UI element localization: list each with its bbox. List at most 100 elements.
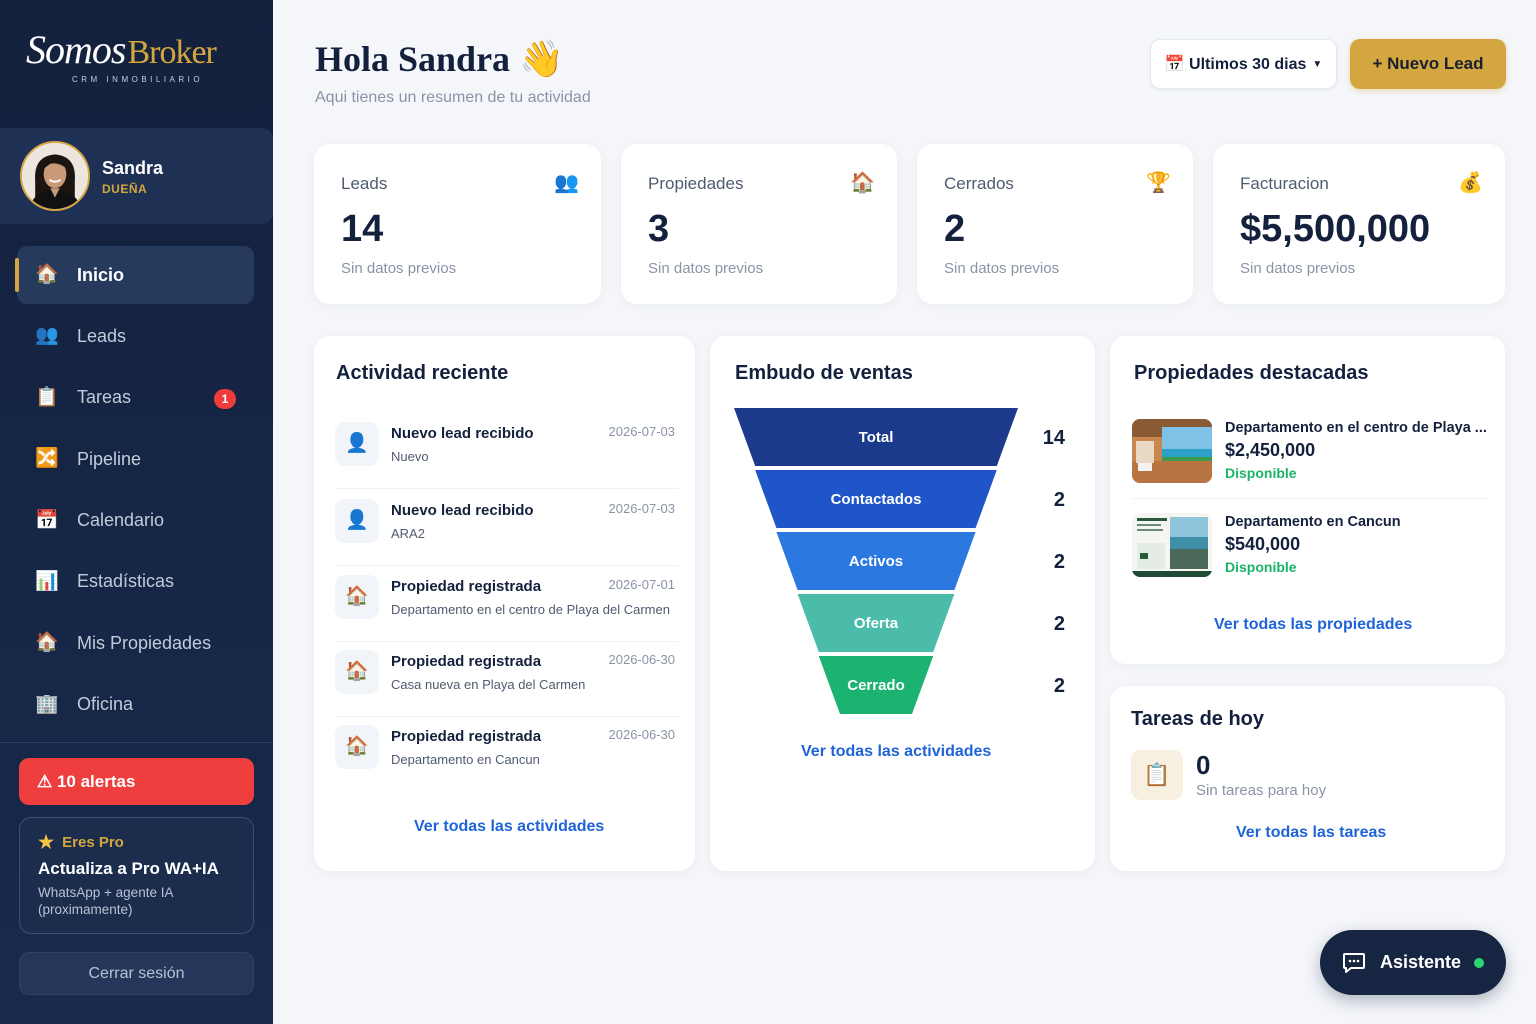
funnel-value: 2 — [1054, 675, 1065, 697]
card-title: Actividad reciente — [336, 362, 509, 384]
sidebar-divider — [0, 742, 273, 743]
nav-label: Mis Propiedades — [77, 632, 212, 653]
online-status-dot — [1474, 957, 1485, 968]
nav-label: Calendario — [77, 510, 165, 531]
view-all-tasks-link[interactable]: Ver todas las tareas — [1236, 824, 1386, 842]
nav-label: Estadísticas — [77, 571, 175, 592]
activity-date: 2026-06-30 — [608, 652, 676, 667]
page-subtitle: Aqui tienes un resumen de tu actividad — [315, 89, 591, 106]
date-range-label: 📅 Ultimos 30 dias — [1164, 56, 1307, 73]
nav-item-leads[interactable]: 👥 Leads — [17, 307, 254, 365]
notification-badge: 1 — [214, 388, 236, 409]
stat-label: Propiedades — [648, 174, 744, 193]
activity-title: Nuevo lead recibido — [391, 502, 534, 519]
nav-item-inicio[interactable]: 🏠 Inicio — [15, 246, 254, 304]
pipeline-icon: 🔀 — [35, 448, 59, 470]
funnel-label: Contactados — [831, 491, 922, 508]
stat-label: Facturacion — [1240, 174, 1329, 193]
nav-item-oficina[interactable]: 🏢 Oficina — [17, 676, 254, 734]
card-title: Tareas de hoy — [1131, 708, 1265, 730]
house-icon: 🏠 — [335, 725, 379, 769]
stat-card-facturacion[interactable]: Facturacion 💰 $5,500,000 Sin datos previ… — [1213, 144, 1505, 304]
logout-button[interactable]: Cerrar sesión — [19, 952, 254, 995]
stat-card-leads[interactable]: Leads 👥 14 Sin datos previos — [314, 144, 601, 304]
activity-date: 2026-07-03 — [608, 501, 676, 516]
house-icon: 🏠 — [35, 632, 59, 654]
clipboard-icon: 📋 — [1131, 750, 1183, 800]
funnel-label: Cerrado — [847, 677, 905, 694]
property-name: Departamento en el centro de Playa ... — [1225, 420, 1487, 436]
property-image — [1132, 513, 1212, 577]
funnel-value: 14 — [1043, 427, 1066, 449]
recent-activity-card: Actividad reciente 👤 Nuevo lead recibido… — [314, 336, 695, 871]
user-profile[interactable]: Sandra DUEÑA — [0, 128, 273, 224]
nav-item-estadisticas[interactable]: 📊 Estadísticas — [17, 553, 254, 611]
stat-value: 14 — [341, 208, 384, 250]
featured-properties-card: Propiedades destacadas Departamento en e… — [1110, 336, 1505, 664]
nav-item-mis-propiedades[interactable]: 🏠 Mis Propiedades — [17, 614, 254, 672]
activity-subtitle: Nuevo — [391, 449, 429, 464]
property-status: Disponible — [1225, 559, 1297, 575]
pro-badge: Eres Pro — [62, 834, 124, 851]
date-range-dropdown[interactable]: 📅 Ultimos 30 dias ▼ — [1150, 39, 1337, 89]
house-icon: 🏠 — [35, 264, 59, 285]
activity-date: 2026-07-03 — [608, 424, 676, 439]
view-all-activities-link[interactable]: Ver todas las actividades — [801, 743, 991, 761]
office-icon: 🏢 — [35, 693, 59, 715]
avatar — [20, 141, 90, 211]
activity-item[interactable]: 👤 Nuevo lead recibido Nuevo 2026-07-03 — [335, 413, 679, 489]
nav-label: Oficina — [77, 694, 134, 715]
alerts-button[interactable]: ⚠ 10 alertas — [19, 758, 254, 805]
user-icon: 👤 — [335, 499, 379, 543]
users-icon: 👥 — [554, 172, 579, 194]
activity-subtitle: Departamento en el centro de Playa del C… — [391, 602, 670, 617]
nav-item-calendario[interactable]: 📅 Calendario — [17, 492, 254, 550]
activity-item[interactable]: 🏠 Propiedad registrada Departamento en e… — [335, 566, 679, 642]
stat-card-cerrados[interactable]: Cerrados 🏆 2 Sin datos previos — [917, 144, 1193, 304]
task-count: 0 — [1196, 750, 1211, 780]
activity-title: Propiedad registrada — [391, 653, 542, 670]
property-status: Disponible — [1225, 465, 1297, 481]
star-icon: ★ — [38, 832, 55, 852]
pro-upgrade-card[interactable]: ★ Eres Pro Actualiza a Pro WA+IA WhatsApp… — [19, 817, 254, 934]
main-nav: 🏠 Inicio 👥 Leads 📋 Tareas 1 🔀 Pipeline 📅… — [0, 246, 273, 737]
house-icon: 🏠 — [335, 575, 379, 619]
property-price: $540,000 — [1225, 534, 1301, 554]
stat-label: Cerrados — [944, 174, 1014, 193]
view-all-activities-link[interactable]: Ver todas las actividades — [414, 818, 604, 836]
stat-note: Sin datos previos — [1240, 260, 1356, 277]
activity-item[interactable]: 👤 Nuevo lead recibido ARA2 2026-07-03 — [335, 490, 679, 566]
page-title: Hola Sandra 👋 — [315, 39, 564, 79]
activity-title: Propiedad registrada — [391, 728, 542, 745]
property-name: Departamento en Cancun — [1225, 514, 1401, 530]
new-lead-button[interactable]: + Nuevo Lead — [1350, 39, 1506, 89]
house-icon: 🏠 — [850, 172, 875, 194]
nav-item-tareas[interactable]: 📋 Tareas 1 — [17, 369, 254, 427]
stat-value: 2 — [944, 208, 966, 250]
main-content: Hola Sandra 👋 Aqui tienes un resumen de … — [273, 0, 1536, 1024]
nav-label: Tareas — [77, 387, 132, 408]
activity-date: 2026-06-30 — [608, 727, 676, 742]
bar-chart-icon: 📊 — [35, 570, 59, 592]
assistant-button[interactable]: Asistente — [1320, 930, 1506, 995]
activity-item[interactable]: 🏠 Propiedad registrada Departamento en C… — [335, 716, 679, 792]
task-note: Sin tareas para hoy — [1196, 782, 1327, 799]
activity-subtitle: Casa nueva en Playa del Carmen — [391, 677, 586, 692]
funnel-label: Oferta — [854, 615, 899, 632]
view-all-properties-link[interactable]: Ver todas las propiedades — [1214, 616, 1412, 634]
trophy-icon: 🏆 — [1146, 172, 1171, 194]
activity-item[interactable]: 🏠 Propiedad registrada Casa nueva en Pla… — [335, 641, 679, 717]
property-item[interactable]: Departamento en Cancun $540,000 Disponib… — [1132, 513, 1488, 595]
stat-value: $5,500,000 — [1240, 208, 1431, 250]
property-image — [1132, 419, 1212, 483]
brand-logo[interactable]: SomosBroker CRM INMOBILIARIO — [26, 26, 246, 106]
stat-card-propiedades[interactable]: Propiedades 🏠 3 Sin datos previos — [621, 144, 897, 304]
property-item[interactable]: Departamento en el centro de Playa ... $… — [1132, 419, 1488, 501]
nav-item-pipeline[interactable]: 🔀 Pipeline — [17, 430, 254, 488]
profile-name: Sandra — [102, 158, 164, 178]
user-icon: 👤 — [335, 422, 379, 466]
house-icon: 🏠 — [335, 650, 379, 694]
card-title: Propiedades destacadas — [1134, 362, 1369, 384]
activity-date: 2026-07-01 — [608, 577, 676, 592]
funnel-value: 2 — [1054, 489, 1065, 511]
